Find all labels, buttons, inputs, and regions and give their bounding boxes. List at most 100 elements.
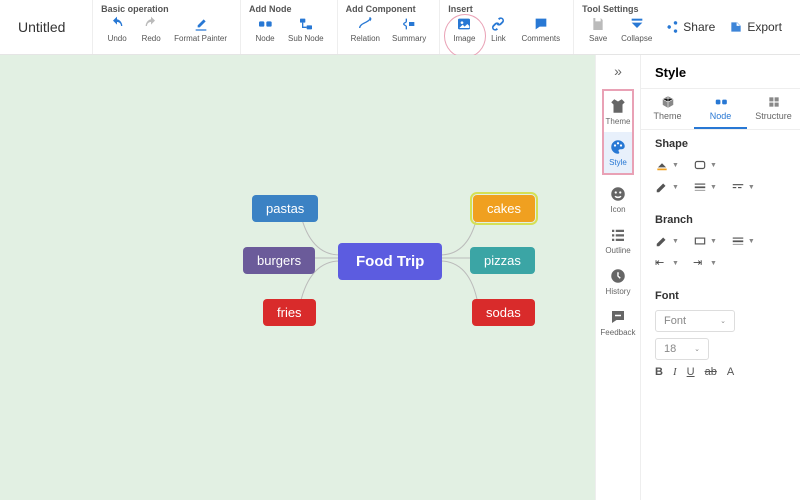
strike-button[interactable]: ab bbox=[705, 366, 717, 378]
collapse-panel-button[interactable]: » bbox=[614, 63, 622, 79]
sidebar-icon[interactable]: Icon bbox=[600, 179, 635, 220]
share-icon bbox=[665, 20, 679, 34]
collapse-button[interactable]: Collapse bbox=[616, 16, 657, 43]
tab-structure[interactable]: Structure bbox=[747, 89, 800, 129]
underline-button[interactable]: U bbox=[687, 366, 695, 378]
summary-button[interactable]: Summary bbox=[387, 16, 431, 43]
branch-start-button[interactable]: ⇤▼ bbox=[655, 256, 679, 270]
format-painter-button[interactable]: Format Painter bbox=[169, 16, 232, 43]
top-toolbar: Untitled Basic operationUndoRedoFormat P… bbox=[0, 0, 800, 55]
subnode-icon bbox=[298, 16, 314, 32]
font-size-select[interactable]: 18⌄ bbox=[655, 338, 709, 360]
link-icon bbox=[490, 16, 506, 32]
mindmap-center-node[interactable]: Food Trip bbox=[338, 243, 442, 280]
undo-button[interactable]: Undo bbox=[101, 16, 133, 43]
shape-type-button[interactable]: ▼ bbox=[693, 158, 717, 172]
node-icon bbox=[714, 95, 728, 109]
redo-button[interactable]: Redo bbox=[135, 16, 167, 43]
font-section: Font Font⌄ 18⌄ B I U ab A bbox=[641, 282, 800, 382]
rect-icon bbox=[693, 234, 707, 248]
dash-icon bbox=[731, 180, 745, 194]
tab-node[interactable]: Node bbox=[694, 89, 747, 129]
image-button[interactable]: Image bbox=[448, 16, 480, 43]
grid-icon bbox=[767, 95, 781, 109]
branch-end-button[interactable]: ⇥▼ bbox=[693, 256, 717, 270]
toolbar-groups: Basic operationUndoRedoFormat PainterAdd… bbox=[92, 0, 665, 54]
document-title[interactable]: Untitled bbox=[0, 0, 92, 54]
export-icon bbox=[729, 20, 743, 34]
shape-section: Shape ▼ ▼ ▼ ▼ ▼ bbox=[641, 130, 800, 206]
mindmap-node-fries[interactable]: fries bbox=[263, 299, 316, 326]
redo-icon bbox=[143, 16, 159, 32]
lines-icon bbox=[693, 180, 707, 194]
branch-shape-button[interactable]: ▼ bbox=[693, 234, 717, 248]
font-family-select[interactable]: Font⌄ bbox=[655, 310, 735, 332]
sub-node-button[interactable]: Sub Node bbox=[283, 16, 329, 43]
comments-icon bbox=[533, 16, 549, 32]
font-format-row: B I U ab A bbox=[655, 366, 786, 378]
sidebar-theme[interactable]: Theme bbox=[604, 91, 631, 132]
export-button[interactable]: Export bbox=[729, 20, 782, 34]
lines-icon bbox=[731, 234, 745, 248]
image-icon bbox=[456, 16, 472, 32]
toolbar-group-add-node: Add NodeNodeSub Node bbox=[240, 0, 337, 54]
shirt-icon bbox=[609, 97, 627, 115]
panel-title: Style bbox=[641, 55, 800, 89]
share-button[interactable]: Share bbox=[665, 20, 715, 34]
panel-tabs: ThemeNodeStructure bbox=[641, 89, 800, 130]
border-width-button[interactable]: ▼ bbox=[693, 180, 717, 194]
mindmap-node-cakes[interactable]: cakes bbox=[473, 195, 535, 222]
node-icon bbox=[257, 16, 273, 32]
brush-icon bbox=[193, 16, 209, 32]
smile-icon bbox=[609, 185, 627, 203]
style-panel: Style ThemeNodeStructure Shape ▼ ▼ ▼ ▼ ▼… bbox=[640, 55, 800, 500]
shape-icon bbox=[693, 158, 707, 172]
toolbar-group-insert: InsertImageLinkComments bbox=[439, 0, 573, 54]
collapse-icon bbox=[629, 16, 645, 32]
mindmap-node-pizzas[interactable]: pizzas bbox=[470, 247, 535, 274]
pen-icon bbox=[655, 234, 669, 248]
toolbar-group-add-component: Add ComponentRelationSummary bbox=[337, 0, 440, 54]
palette-icon bbox=[609, 138, 627, 156]
branch-color-button[interactable]: ▼ bbox=[655, 234, 679, 248]
fill-color-button[interactable]: ▼ bbox=[655, 158, 679, 172]
cube-icon bbox=[661, 95, 675, 109]
sidebar-style[interactable]: Style bbox=[604, 132, 631, 173]
sidebar-history[interactable]: History bbox=[600, 261, 635, 302]
undo-icon bbox=[109, 16, 125, 32]
arrow-left-icon: ⇤ bbox=[655, 256, 669, 270]
italic-button[interactable]: I bbox=[673, 366, 677, 378]
clock-icon bbox=[609, 267, 627, 285]
toolbar-group-tool-settings: Tool SettingsSaveCollapse bbox=[573, 0, 665, 54]
save-icon bbox=[590, 16, 606, 32]
pen-icon bbox=[655, 180, 669, 194]
tab-theme[interactable]: Theme bbox=[641, 89, 694, 129]
mindmap-node-pastas[interactable]: pastas bbox=[252, 195, 318, 222]
toolbar-group-basic-operation: Basic operationUndoRedoFormat Painter bbox=[92, 0, 240, 54]
bold-button[interactable]: B bbox=[655, 366, 663, 378]
feedback-icon bbox=[609, 308, 627, 326]
branch-section: Branch ▼ ▼ ▼ ⇤▼ ⇥▼ bbox=[641, 206, 800, 282]
mindmap-node-sodas[interactable]: sodas bbox=[472, 299, 535, 326]
sidebar-outline[interactable]: Outline bbox=[600, 220, 635, 261]
border-style-button[interactable]: ▼ bbox=[731, 180, 755, 194]
link-button[interactable]: Link bbox=[482, 16, 514, 43]
sidebar-feedback[interactable]: Feedback bbox=[600, 302, 635, 343]
sidebar-highlight: ThemeStyle bbox=[602, 89, 633, 175]
summary-icon bbox=[401, 16, 417, 32]
save-button[interactable]: Save bbox=[582, 16, 614, 43]
border-color-button[interactable]: ▼ bbox=[655, 180, 679, 194]
text-color-button[interactable]: A bbox=[727, 366, 734, 378]
right-controls: » ThemeStyle IconOutlineHistoryFeedback bbox=[595, 55, 640, 500]
mindmap-node-burgers[interactable]: burgers bbox=[243, 247, 315, 274]
branch-width-button[interactable]: ▼ bbox=[731, 234, 755, 248]
connector-lines bbox=[0, 55, 595, 500]
node-button[interactable]: Node bbox=[249, 16, 281, 43]
relation-button[interactable]: Relation bbox=[346, 16, 385, 43]
arrow-right-icon: ⇥ bbox=[693, 256, 707, 270]
comments-button[interactable]: Comments bbox=[516, 16, 565, 43]
canvas[interactable]: Food Trip pastas burgers fries cakes piz… bbox=[0, 55, 595, 500]
relation-icon bbox=[357, 16, 373, 32]
list-icon bbox=[609, 226, 627, 244]
fill-icon bbox=[655, 158, 669, 172]
